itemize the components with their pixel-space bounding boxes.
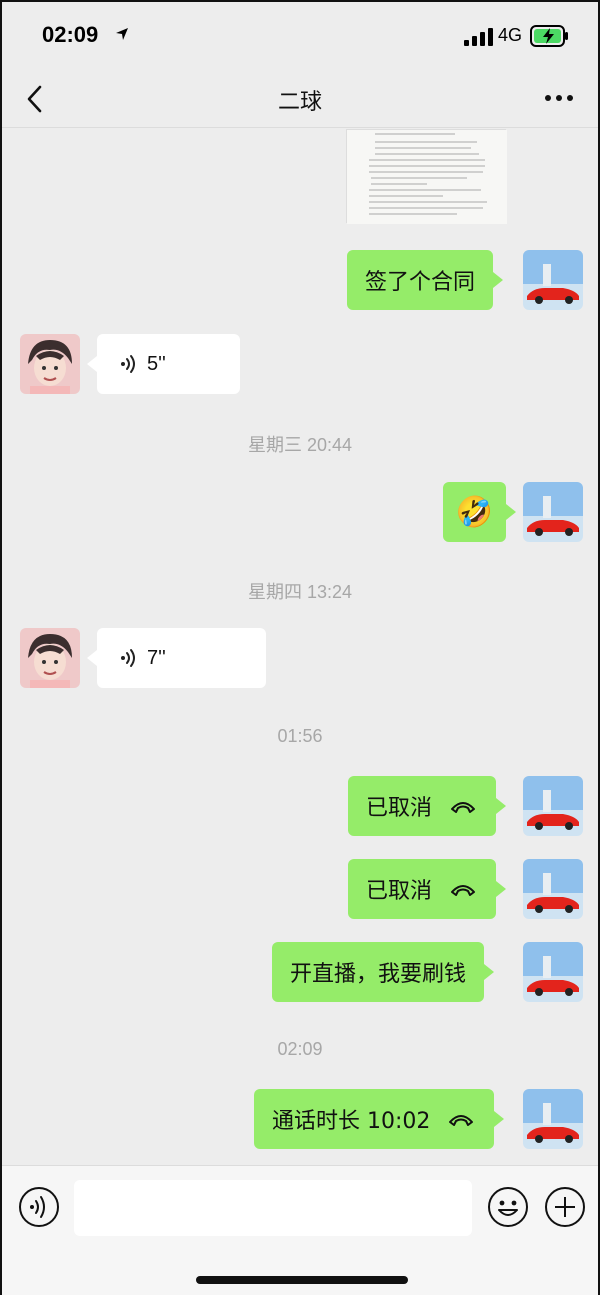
home-indicator — [196, 1276, 408, 1284]
avatar-red-car-image — [523, 1089, 583, 1149]
avatar-red-car-image — [523, 776, 583, 836]
laughing-emoji: 🤣 — [455, 494, 494, 530]
phone-hangup-icon — [451, 885, 476, 896]
voice-message-bubble[interactable]: 7'' — [87, 628, 266, 688]
contact-avatar[interactable] — [20, 334, 80, 394]
message-timestamp: 星期四 13:24 — [247, 582, 353, 602]
voice-input-toggle-icon[interactable] — [18, 1186, 60, 1228]
message-timestamp: 星期三 20:44 — [247, 435, 353, 455]
message-text: 开直播，我要刷钱 — [290, 962, 467, 987]
call-status-text: 已取消 — [366, 796, 433, 821]
my-avatar[interactable] — [523, 482, 583, 542]
voice-wave-icon — [121, 355, 135, 373]
input-bar — [2, 1165, 598, 1295]
chat-title: 二球 — [277, 90, 322, 115]
network-type: 4G — [498, 25, 523, 45]
status-bar: 02:09 4G — [2, 2, 598, 70]
more-options-icon[interactable] — [542, 88, 576, 108]
message-timestamp: 02:09 — [277, 1039, 323, 1059]
phone-hangup-icon — [451, 802, 476, 813]
message-text: 签了个合同 — [365, 270, 476, 295]
contract-document-image[interactable] — [346, 129, 507, 224]
nav-bar: 二球 — [2, 70, 598, 128]
voice-duration: 5'' — [147, 352, 166, 375]
my-avatar[interactable] — [523, 250, 583, 310]
my-avatar[interactable] — [523, 776, 583, 836]
document-preview — [347, 130, 507, 224]
status-time: 02:09 — [42, 22, 99, 47]
my-avatar[interactable] — [523, 942, 583, 1002]
avatar-red-car-image — [523, 942, 583, 1002]
cellular-signal-icon — [464, 28, 493, 46]
message-bubble-self[interactable]: 开直播，我要刷钱 — [272, 942, 495, 1002]
call-record-bubble[interactable]: 已取消 — [348, 859, 507, 919]
voice-message-bubble[interactable]: 5'' — [87, 334, 240, 394]
message-input[interactable] — [74, 1180, 472, 1236]
voice-wave-icon — [121, 649, 135, 667]
avatar-anime-boy-image — [20, 628, 80, 688]
my-avatar[interactable] — [523, 859, 583, 919]
avatar-anime-boy-image — [20, 334, 80, 394]
battery-charging-icon — [530, 25, 568, 47]
avatar-red-car-image — [523, 250, 583, 310]
emoji-picker-icon[interactable] — [487, 1186, 529, 1228]
emoji-message-bubble[interactable]: 🤣 — [443, 482, 516, 542]
call-record-bubble[interactable]: 通话时长 10:02 — [254, 1089, 505, 1149]
location-arrow-icon — [116, 28, 128, 40]
contact-avatar[interactable] — [20, 628, 80, 688]
avatar-red-car-image — [523, 859, 583, 919]
my-avatar[interactable] — [523, 1089, 583, 1149]
call-duration-text: 通话时长 10:02 — [272, 1109, 431, 1134]
call-status-text: 已取消 — [366, 879, 433, 904]
avatar-red-car-image — [523, 482, 583, 542]
phone-hangup-icon — [449, 1115, 474, 1126]
more-functions-plus-icon[interactable] — [544, 1186, 586, 1228]
message-timestamp: 01:56 — [277, 726, 323, 746]
voice-duration: 7'' — [147, 646, 166, 669]
chat-message-list[interactable]: 签了个合同 5'' 星期三 20:44 🤣 星期四 13:24 7'' 01:5… — [2, 129, 598, 1165]
message-bubble-self[interactable]: 签了个合同 — [347, 250, 504, 310]
call-record-bubble[interactable]: 已取消 — [348, 776, 507, 836]
